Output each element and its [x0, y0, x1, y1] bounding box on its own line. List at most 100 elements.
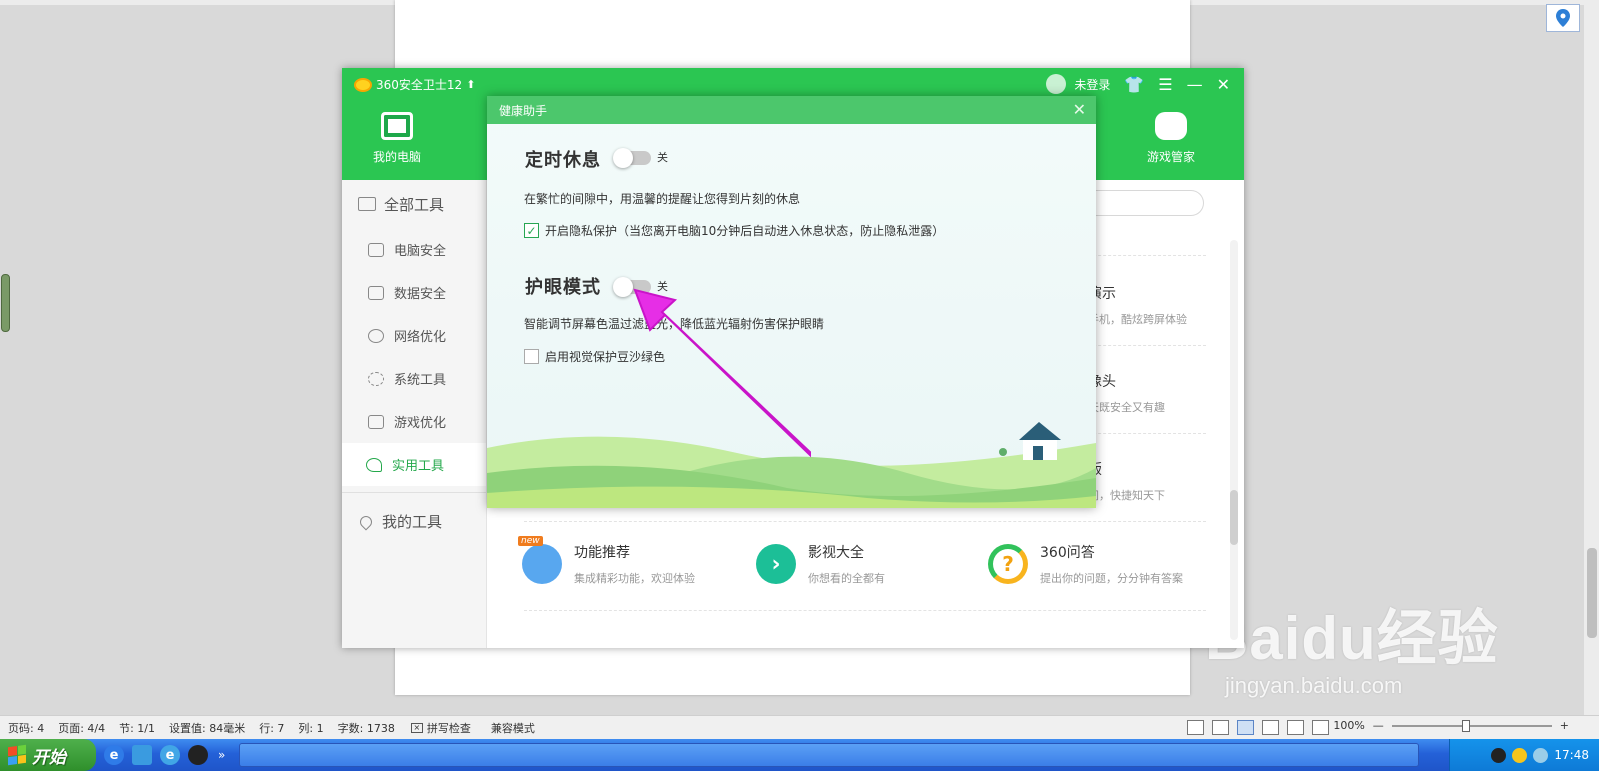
tab-game-manager-label: 游戏管家 [1146, 150, 1195, 164]
speaker-icon[interactable] [1533, 747, 1549, 763]
spell-check-icon: × [410, 722, 423, 733]
baidu-watermark: Baidu经验 jingyan.baidu.com [1205, 590, 1499, 699]
close-icon[interactable]: ✕ [1217, 75, 1230, 94]
tool-card-qa[interactable]: ? 360问答 提出你的问题，分分钟有答案 [988, 542, 1183, 586]
tool-card-video[interactable]: › 影视大全 你想看的全都有 [756, 542, 885, 586]
privacy-checkbox[interactable]: ✓ [524, 223, 539, 238]
web-view-icon[interactable] [1287, 720, 1304, 735]
tool-desc: 提出你的问题，分分钟有答案 [1040, 572, 1183, 585]
landscape-illustration [487, 422, 1096, 508]
tool-card-recommend[interactable]: new 功能推荐 集成精彩功能，欢迎体验 [518, 536, 695, 586]
menu-icon[interactable]: ☰ [1158, 75, 1172, 94]
question-icon: ? [988, 544, 1028, 584]
recommend-icon: new [518, 536, 562, 584]
health-assistant-dialog: 健康助手 ✕ 定时休息 关 在繁忙的间隙中，用温馨的提醒让您得到片刻的休息 ✓ … [487, 96, 1096, 508]
zoom-slider[interactable] [1391, 719, 1552, 732]
ie-browser-icon[interactable]: e [104, 745, 124, 765]
zoom-control: 100% — + [1333, 719, 1569, 732]
desktop-icon[interactable] [132, 745, 152, 765]
sidebar: 全部工具 电脑安全 数据安全 网络优化 系统工具 游戏优化 实用工具 我的工具 [342, 180, 487, 648]
status-page-code: 页码: 4 [8, 721, 45, 735]
start-label: 开始 [32, 747, 66, 768]
monitor-icon [381, 112, 413, 140]
left-scroll-handle[interactable] [1, 274, 10, 332]
eye-mode-toggle[interactable] [613, 277, 651, 297]
windows-logo-icon [8, 744, 26, 766]
start-button[interactable]: 开始 [0, 739, 96, 771]
login-link[interactable]: 未登录 [1074, 76, 1110, 93]
tool-desc: 你想看的全都有 [808, 572, 885, 585]
privacy-protection-option[interactable]: ✓ 开启隐私保护（当您离开电脑10分钟后自动进入休息状态，防止隐私泄露） [524, 222, 944, 239]
chevron-right-icon[interactable]: » [218, 748, 225, 762]
view-mode-buttons [1187, 720, 1329, 735]
sidebar-item-data-security[interactable]: 数据安全 [342, 271, 486, 314]
tab-game-manager[interactable]: 游戏管家 [1116, 112, 1226, 165]
sidebar-item-network[interactable]: 网络优化 [342, 314, 486, 357]
tool-name: 版 [1088, 459, 1218, 479]
zoom-in-icon[interactable]: + [1560, 719, 1569, 732]
sidebar-item-utilities[interactable]: 实用工具 [342, 443, 486, 486]
wrench-icon [366, 457, 382, 472]
tool-item-partial[interactable]: 像头 天既安全又有趣 [1088, 371, 1218, 415]
dialog-title-bar: 健康助手 ✕ [487, 96, 1096, 124]
close-icon[interactable]: ✕ [1073, 100, 1086, 119]
divider [524, 610, 1206, 611]
sidebar-item-label: 系统工具 [394, 373, 447, 388]
qq-tray-icon[interactable] [1491, 747, 1507, 763]
status-setting: 设置值: 84毫米 [169, 721, 246, 735]
gamepad-icon [1155, 112, 1187, 140]
compat-mode-label[interactable]: 兼容模式 [491, 720, 535, 736]
sidebar-my-tools[interactable]: 我的工具 [342, 492, 486, 550]
outline-view-icon[interactable] [1262, 720, 1279, 735]
tab-my-computer-label: 我的电脑 [372, 150, 421, 164]
green-color-checkbox-label: 启用视觉保护豆沙绿色 [545, 350, 666, 364]
fullscreen-icon[interactable] [1187, 720, 1204, 735]
eye-section-title: 护眼模式 [525, 277, 601, 298]
zoom-slider-knob[interactable] [1461, 719, 1470, 732]
image-icon [368, 414, 384, 429]
watermark-logo: Baidu经验 [1205, 605, 1499, 672]
eye-protect-icon[interactable] [1312, 720, 1329, 735]
status-word-count: 字数: 1738 [337, 721, 395, 735]
app-title-text: 360安全卫士12 [376, 78, 463, 92]
content-scrollbar[interactable] [1230, 240, 1238, 640]
upgrade-arrow-icon[interactable]: ⬆ [466, 78, 475, 91]
zoom-level[interactable]: 100% [1333, 719, 1364, 732]
user-avatar-icon[interactable] [1046, 74, 1067, 94]
green-color-option[interactable]: 启用视觉保护豆沙绿色 [524, 348, 665, 365]
new-badge: new [518, 536, 543, 546]
clock[interactable]: 17:48 [1554, 748, 1589, 762]
sidebar-item-game-optimize[interactable]: 游戏优化 [342, 400, 486, 443]
vertical-scroll-thumb[interactable] [1587, 548, 1597, 638]
sidebar-all-tools[interactable]: 全部工具 [342, 180, 486, 228]
status-bar: 页码: 4 页面: 4/4 节: 1/1 设置值: 84毫米 行: 7 列: 1… [0, 715, 1599, 739]
reading-view-icon[interactable] [1212, 720, 1229, 735]
qq-penguin-icon[interactable] [188, 745, 208, 765]
taskbar-window-button[interactable] [239, 743, 1420, 767]
app-logo-icon [354, 77, 372, 92]
green-color-checkbox[interactable] [524, 349, 539, 364]
sidebar-item-system-tools[interactable]: 系统工具 [342, 357, 486, 400]
sidebar-item-pc-security[interactable]: 电脑安全 [342, 228, 486, 271]
status-section: 节: 1/1 [119, 721, 156, 735]
rest-section-title: 定时休息 [525, 150, 601, 171]
minimize-icon[interactable]: — [1187, 75, 1203, 94]
page-view-icon[interactable] [1237, 720, 1254, 735]
security-tray-icon[interactable] [1512, 747, 1528, 763]
tab-my-computer[interactable]: 我的电脑 [342, 112, 452, 165]
tool-item-partial[interactable]: 演示 手机，酷炫跨屏体验 [1088, 283, 1218, 327]
browser-icon[interactable]: e [160, 745, 180, 765]
tool-desc: 集成精彩功能，欢迎体验 [574, 572, 695, 585]
tool-name: 像头 [1088, 374, 1116, 390]
sidebar-item-label: 游戏优化 [394, 416, 447, 431]
tool-name: 功能推荐 [574, 545, 630, 561]
rest-toggle[interactable] [613, 148, 651, 168]
location-pin-button[interactable] [1546, 4, 1580, 32]
content-scroll-thumb[interactable] [1230, 490, 1238, 545]
tool-item-partial[interactable]: 版 间，快捷知天下 [1088, 459, 1218, 503]
zoom-out-icon[interactable]: — [1373, 719, 1384, 732]
search-input[interactable] [1088, 190, 1204, 216]
spell-check-button[interactable]: × 拼写检查 [410, 720, 471, 736]
gear-icon [368, 371, 384, 386]
skin-shirt-icon[interactable]: 👕 [1124, 75, 1144, 94]
